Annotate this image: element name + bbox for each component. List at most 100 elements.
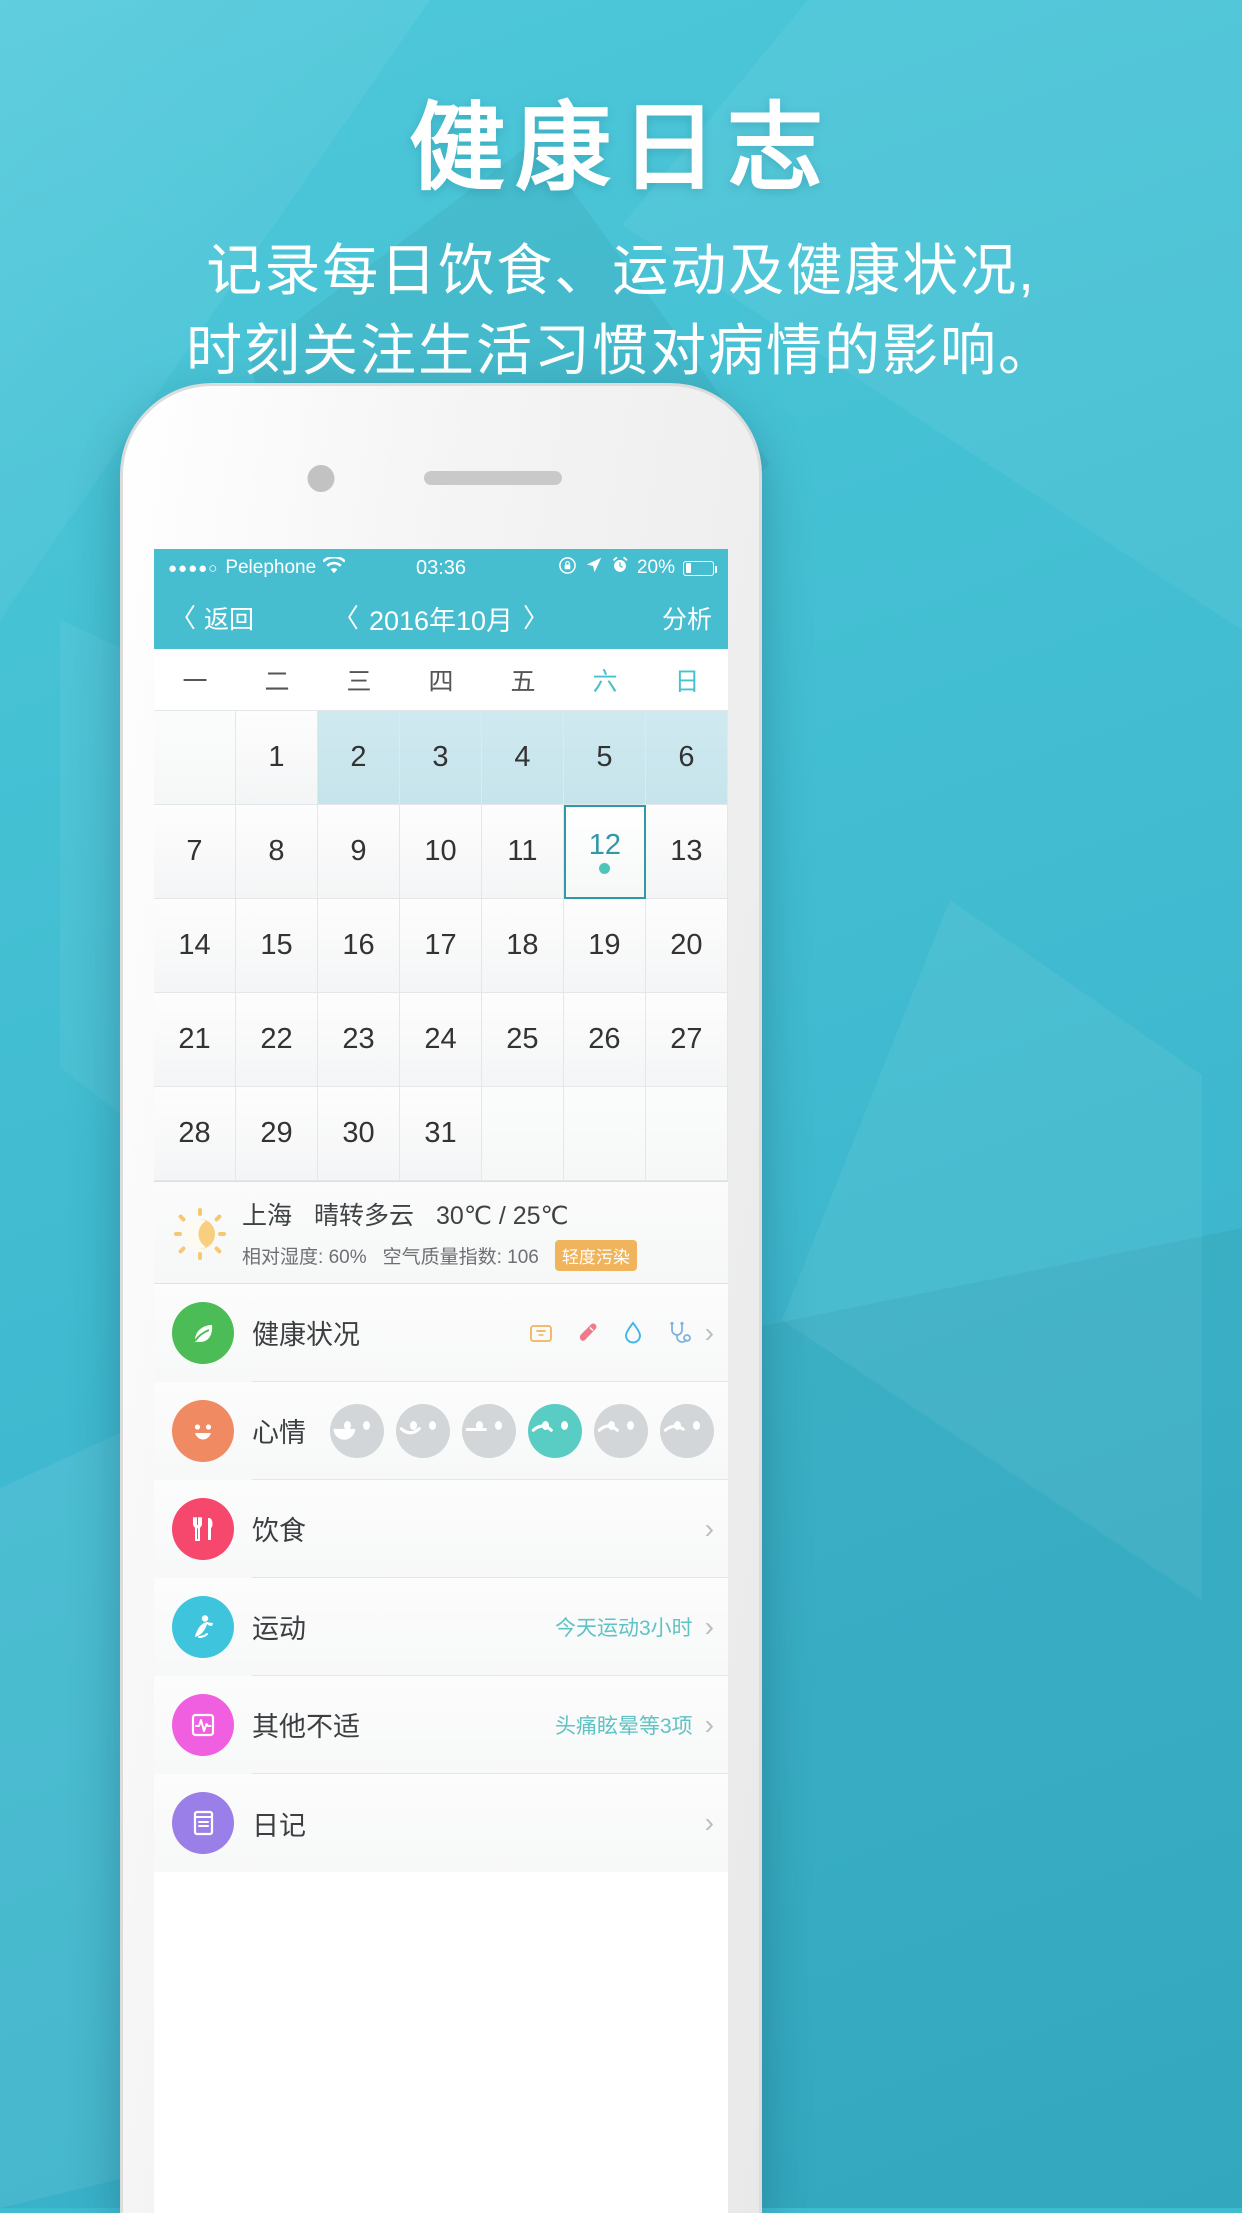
calendar-day-18[interactable]: 18 xyxy=(481,899,564,993)
calendar-day-17[interactable]: 17 xyxy=(399,899,482,993)
battery-percent-label: 20% xyxy=(636,557,675,578)
chevron-right-icon: › xyxy=(704,1316,714,1348)
weekday-3: 四 xyxy=(428,667,454,696)
calendar-day-14[interactable]: 14 xyxy=(154,899,236,993)
blood-drop-icon[interactable] xyxy=(619,1319,647,1347)
mood-option-frown[interactable] xyxy=(660,1403,714,1458)
calendar-day-1[interactable]: 1 xyxy=(235,711,318,805)
calendar-day-15[interactable]: 15 xyxy=(235,899,318,993)
list-item-exercise[interactable]: 运动 今天运动3小时 › xyxy=(154,1578,728,1676)
calendar-day-13[interactable]: 13 xyxy=(645,805,728,899)
carrier-label: Pelephone xyxy=(225,557,317,578)
list-item-mood[interactable]: 心情 xyxy=(154,1382,728,1480)
weather-condition: 晴转多云 xyxy=(314,1202,415,1230)
calendar-day-19[interactable]: 19 xyxy=(563,899,646,993)
mood-option-smile[interactable] xyxy=(396,1403,450,1458)
phone-screen: ●●●●○ Pelephone 03:36 20% 〈 返回 〈 2016年10… xyxy=(154,549,728,2213)
list-item-diet[interactable]: 饮食 › xyxy=(154,1480,728,1578)
calendar-day-3[interactable]: 3 xyxy=(399,711,482,805)
list-item-label: 心情 xyxy=(252,1418,306,1448)
prev-month-button[interactable]: 〈 xyxy=(333,605,359,631)
calendar-cell-empty xyxy=(481,1087,564,1181)
list-item-label: 日记 xyxy=(252,1810,306,1841)
calendar-day-16[interactable]: 16 xyxy=(317,899,400,993)
hero-header: 健康日志 记录每日饮食、运动及健康状况, 时刻关注生活习惯对病情的影响。 xyxy=(0,0,1242,387)
analyze-button[interactable]: 分析 xyxy=(662,600,712,636)
daily-log-list: 健康状况 › 心情饮食 › 运动 今天运动3小时 › 其他不适 头痛眩晕等3项 › 日记 › xyxy=(154,1284,728,1872)
calendar-day-11[interactable]: 11 xyxy=(481,805,564,899)
humidity-value: 60% xyxy=(328,1247,367,1268)
weekday-4: 五 xyxy=(510,667,536,696)
list-item-health-status[interactable]: 健康状况 › xyxy=(154,1284,728,1382)
mood-selector xyxy=(330,1403,714,1458)
list-item-diary[interactable]: 日记 › xyxy=(154,1774,728,1872)
calendar-grid: 1 2 3 4 5 6 7 8 9 10 11 12 13 14 15 16 17 18 19 20 21 22 23 24 2… xyxy=(154,711,728,1181)
stethoscope-icon[interactable] xyxy=(665,1319,693,1347)
list-item-subtext: 今天运动3小时 xyxy=(554,1616,693,1640)
calendar-weekday-header: 一二三四五六日 xyxy=(154,649,728,711)
list-item-label: 运动 xyxy=(252,1614,306,1644)
calendar-day-30[interactable]: 30 xyxy=(317,1087,400,1181)
list-item-label: 饮食 xyxy=(252,1516,306,1546)
phone-speaker-grille xyxy=(424,471,562,485)
list-item-accessory: 头痛眩晕等3项 › xyxy=(555,1709,714,1741)
calendar-day-9[interactable]: 9 xyxy=(317,805,400,899)
calendar-day-12[interactable]: 12 xyxy=(563,805,646,899)
calendar-day-22[interactable]: 22 xyxy=(235,993,318,1087)
aqi-group: 空气质量指数: 106 xyxy=(383,1242,539,1269)
calendar-day-7[interactable]: 7 xyxy=(154,805,236,899)
next-month-button[interactable]: 〉 xyxy=(523,605,549,631)
weather-summary-row[interactable]: 上海 晴转多云 30℃ / 25℃ 相对湿度: 60% 空气质量指数: 106 … xyxy=(154,1181,728,1284)
calendar-day-31[interactable]: 31 xyxy=(399,1087,482,1181)
mood-option-laugh[interactable] xyxy=(330,1403,384,1458)
calendar-day-2[interactable]: 2 xyxy=(317,711,400,805)
aqi-label: 空气质量指数: xyxy=(382,1247,502,1268)
hero-subtitle-line1: 记录每日饮食、运动及健康状况, xyxy=(206,238,1036,302)
calendar-day-23[interactable]: 23 xyxy=(317,993,400,1087)
calendar-day-26[interactable]: 26 xyxy=(563,993,646,1087)
calendar-day-8[interactable]: 8 xyxy=(235,805,318,899)
list-item-content: 饮食 › xyxy=(252,1480,728,1578)
hero-subtitle-line2: 时刻关注生活习惯对病情的影响。 xyxy=(186,319,1056,383)
calendar-cell-empty xyxy=(563,1087,646,1181)
calendar-day-28[interactable]: 28 xyxy=(154,1087,236,1181)
phone-camera-icon xyxy=(307,465,335,492)
notebook-icon xyxy=(172,1792,234,1854)
calendar-day-27[interactable]: 27 xyxy=(645,993,728,1087)
back-button[interactable]: 〈 返回 xyxy=(170,600,254,636)
fork-knife-icon xyxy=(172,1498,234,1560)
list-item-other-discomfort[interactable]: 其他不适 头痛眩晕等3项 › xyxy=(154,1676,728,1774)
list-item-content: 健康状况 › xyxy=(252,1284,728,1382)
weekday-1: 二 xyxy=(264,667,290,696)
calendar-day-4[interactable]: 4 xyxy=(481,711,564,805)
aqi-value: 106 xyxy=(507,1247,539,1268)
calendar-cell-empty xyxy=(645,1087,728,1181)
thermometer-icon[interactable] xyxy=(573,1319,601,1347)
list-item-content: 心情 xyxy=(252,1382,728,1480)
mood-option-neutral[interactable] xyxy=(462,1403,516,1458)
calendar-day-21[interactable]: 21 xyxy=(154,993,236,1087)
calendar-day-29[interactable]: 29 xyxy=(235,1087,318,1181)
calendar-day-25[interactable]: 25 xyxy=(481,993,564,1087)
smiley-face-icon xyxy=(172,1400,234,1462)
calendar-day-24[interactable]: 24 xyxy=(399,993,482,1087)
calendar-day-6[interactable]: 6 xyxy=(645,711,728,805)
calendar-day-10[interactable]: 10 xyxy=(399,805,482,899)
list-item-content: 其他不适 头痛眩晕等3项 › xyxy=(252,1676,728,1774)
list-item-accessory: › xyxy=(705,1513,714,1545)
list-item-label: 其他不适 xyxy=(252,1712,360,1742)
running-person-icon xyxy=(172,1596,234,1658)
signal-dots-icon: ●●●●○ xyxy=(168,559,219,577)
chevron-right-icon: › xyxy=(704,1610,714,1642)
phone-mockup: ●●●●○ Pelephone 03:36 20% 〈 返回 〈 2016年10… xyxy=(120,383,762,2213)
weekday-5: 六 xyxy=(592,667,618,696)
alarm-clock-icon xyxy=(611,556,629,580)
scale-icon[interactable] xyxy=(527,1319,555,1347)
mood-option-sad[interactable] xyxy=(528,1403,582,1458)
calendar-day-5[interactable]: 5 xyxy=(563,711,646,805)
mood-option-cry[interactable] xyxy=(594,1403,648,1458)
calendar-day-number: 12 xyxy=(588,828,622,861)
calendar-day-20[interactable]: 20 xyxy=(645,899,728,993)
list-item-accessory: › xyxy=(705,1807,714,1839)
list-item-content: 日记 › xyxy=(252,1774,728,1872)
